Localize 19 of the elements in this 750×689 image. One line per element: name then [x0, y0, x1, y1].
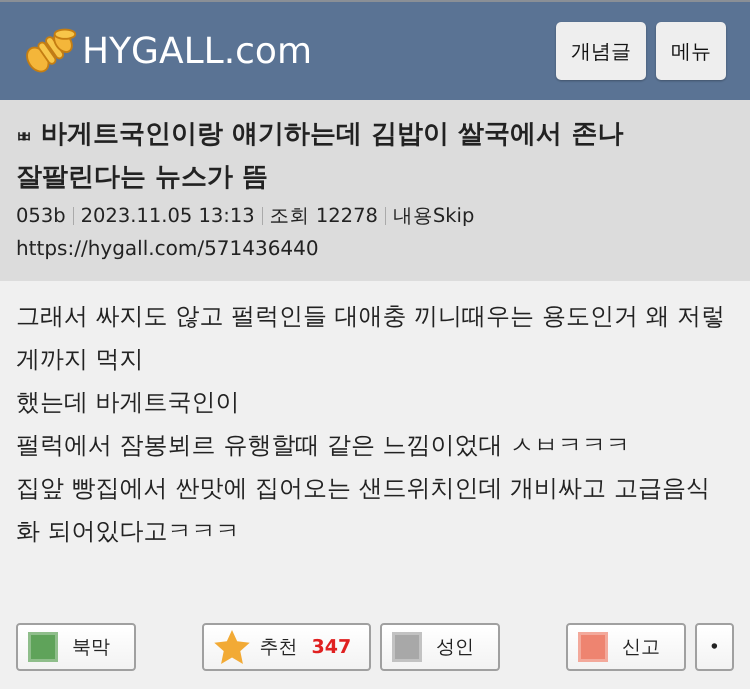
post-meta: 조회 12278 [270, 203, 378, 229]
post-text: 했는데 바게트국인이 [16, 387, 241, 418]
header-button[interactable]: 메뉴 [656, 22, 726, 80]
post-url[interactable]: https://hygall.com/571436440 [16, 232, 734, 265]
post-meta: 2023.11.05 13:13 [80, 203, 255, 229]
post-text: 펄럭에서 잠봉뵈르 유행할때 같은 느낌이었대 ㅅㅂㅋㅋㅋ [16, 430, 632, 461]
post-title: ㅃ 바게트국인이랑 얘기하는데 김밥이 쌀국에서 존나 잘팔린다는 뉴스가 뜸 [16, 118, 624, 194]
post-text: 그래서 싸지도 않고 펄럭인들 대애충 끼니때우는 용도인거 왜 저렇게까지 먹지 [16, 301, 726, 375]
header-button[interactable]: 개념글 [556, 22, 646, 80]
site-logo[interactable]: HYGALL.com [82, 30, 312, 72]
post-meta: 053b [16, 203, 66, 229]
recommend-button[interactable]: 추천 347 [202, 623, 372, 671]
action-button[interactable]: 신고 [566, 623, 686, 671]
action-button[interactable]: 성인 [380, 623, 500, 671]
more-button[interactable]: • [694, 623, 734, 671]
post-meta: 내용Skip [392, 203, 474, 229]
star-icon [214, 630, 250, 664]
post-text: 집앞 빵집에서 싼맛에 집어오는 샌드위치인데 개비싸고 고급음식화 되어있다고ㅋㅋㅋ [16, 473, 711, 547]
action-button[interactable]: 북막 [16, 623, 136, 671]
